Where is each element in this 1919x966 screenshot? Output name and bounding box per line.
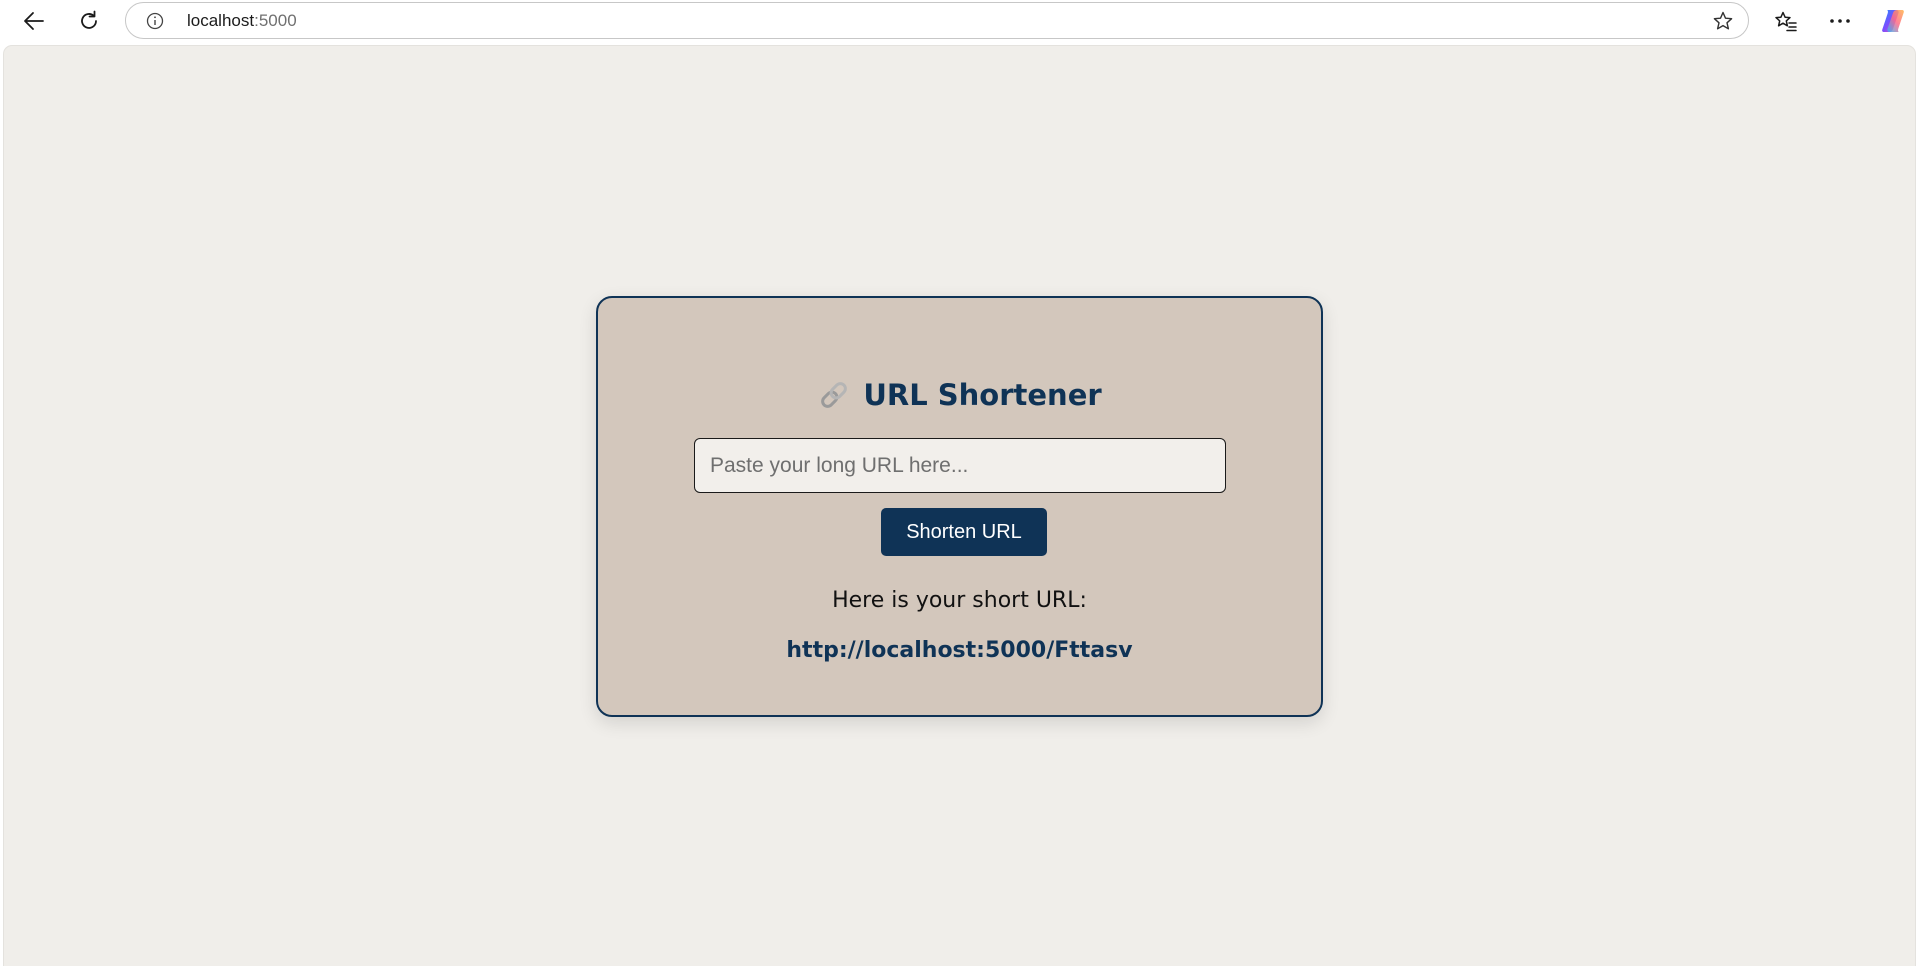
- address-text[interactable]: localhost:5000: [187, 3, 297, 38]
- favorites-icon[interactable]: [1770, 6, 1802, 36]
- back-arrow-icon[interactable]: [18, 6, 50, 36]
- shortener-card: URL Shortener Shorten URL Here is your s…: [596, 296, 1323, 717]
- address-host: localhost: [187, 11, 255, 30]
- shorten-url-button[interactable]: Shorten URL: [881, 508, 1047, 556]
- page-title: URL Shortener: [598, 378, 1321, 412]
- page-viewport: URL Shortener Shorten URL Here is your s…: [4, 46, 1915, 966]
- address-bar[interactable]: localhost:5000: [125, 2, 1749, 39]
- long-url-input[interactable]: [694, 438, 1226, 493]
- info-icon[interactable]: [146, 12, 164, 30]
- result-label: Here is your short URL:: [832, 588, 1087, 613]
- short-url-link[interactable]: http://localhost:5000/Fttasv: [598, 638, 1321, 663]
- copilot-icon[interactable]: [1877, 6, 1909, 36]
- browser-toolbar: localhost:5000: [0, 0, 1919, 43]
- link-icon: [817, 378, 851, 412]
- reload-icon[interactable]: [73, 6, 105, 36]
- address-port: :5000: [254, 11, 297, 30]
- title-text: URL Shortener: [863, 378, 1102, 412]
- more-icon[interactable]: [1824, 6, 1856, 36]
- star-icon[interactable]: [1712, 10, 1734, 32]
